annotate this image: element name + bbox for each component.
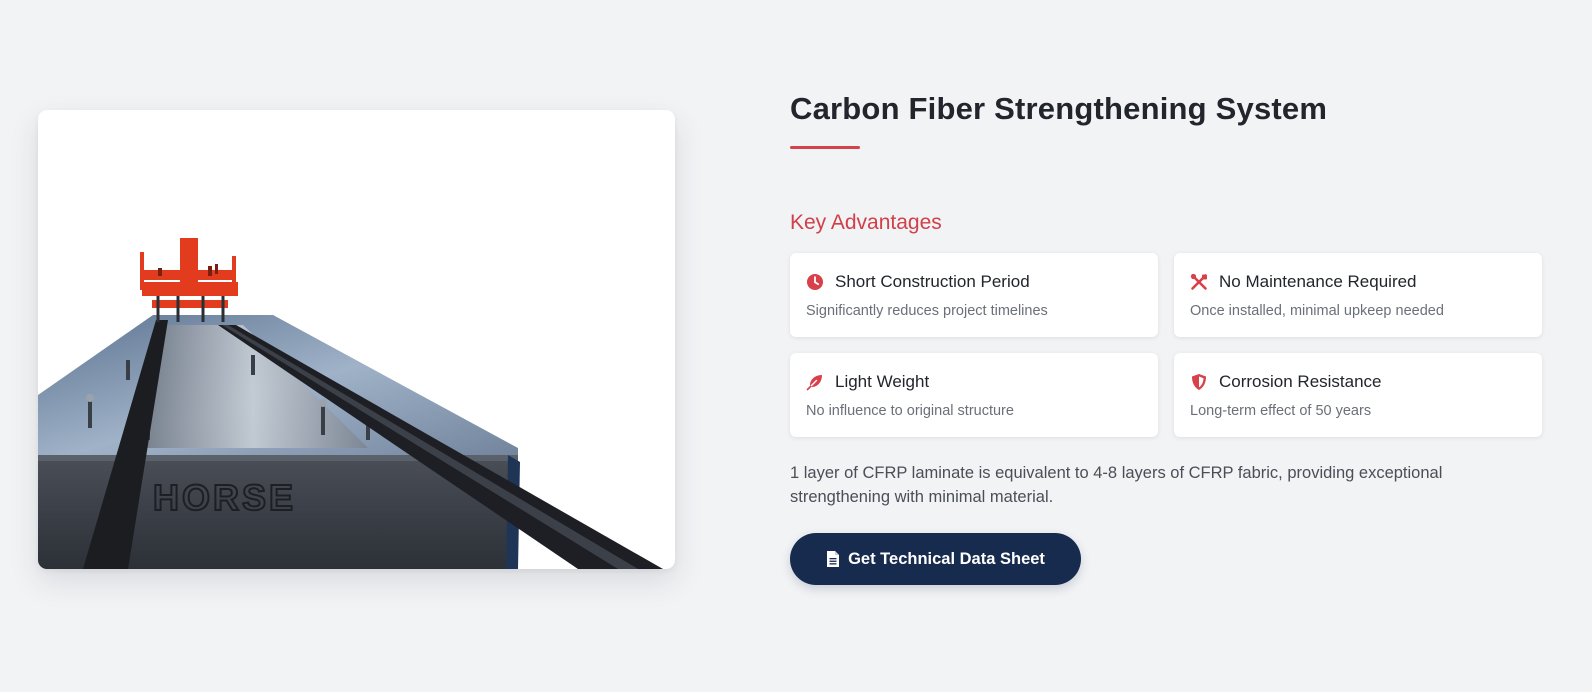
advantage-card-light-weight: Light Weight No influence to original st… (790, 353, 1158, 437)
page-title: Carbon Fiber Strengthening System (790, 91, 1328, 126)
advantage-title: No Maintenance Required (1219, 272, 1417, 291)
advantage-description: Significantly reduces project timelines (806, 303, 1048, 319)
feather-icon (806, 373, 824, 391)
advantages-grid: Short Construction Period Significantly … (790, 253, 1543, 437)
advantages-heading: Key Advantages (790, 211, 942, 234)
advantage-card-short-construction: Short Construction Period Significantly … (790, 253, 1158, 337)
tools-icon (1190, 273, 1208, 291)
cta-label: Get Technical Data Sheet (848, 549, 1045, 568)
shield-icon (1190, 373, 1208, 391)
clock-icon (806, 273, 824, 291)
advantage-card-corrosion-resistance: Corrosion Resistance Long-term effect of… (1174, 353, 1542, 437)
product-image: HORSE (38, 110, 675, 569)
machine-logo: HORSE (153, 477, 296, 518)
advantage-title: Corrosion Resistance (1219, 372, 1382, 391)
advantage-description: No influence to original structure (806, 403, 1014, 419)
advantage-title: Light Weight (835, 372, 930, 391)
page: HORSE Carbon Fiber Strengthening System … (0, 0, 1592, 692)
advantage-title: Short Construction Period (835, 272, 1030, 291)
advantage-description: Long-term effect of 50 years (1190, 403, 1372, 419)
get-data-sheet-button[interactable]: Get Technical Data Sheet (790, 533, 1081, 585)
advantage-card-no-maintenance: No Maintenance Required Once installed, … (1174, 253, 1542, 337)
document-icon (826, 551, 840, 567)
product-description: 1 layer of CFRP laminate is equivalent t… (790, 464, 1443, 506)
title-underline (790, 146, 860, 149)
machine-illustration: HORSE (38, 238, 663, 569)
advantage-description: Once installed, minimal upkeep needed (1190, 303, 1444, 319)
